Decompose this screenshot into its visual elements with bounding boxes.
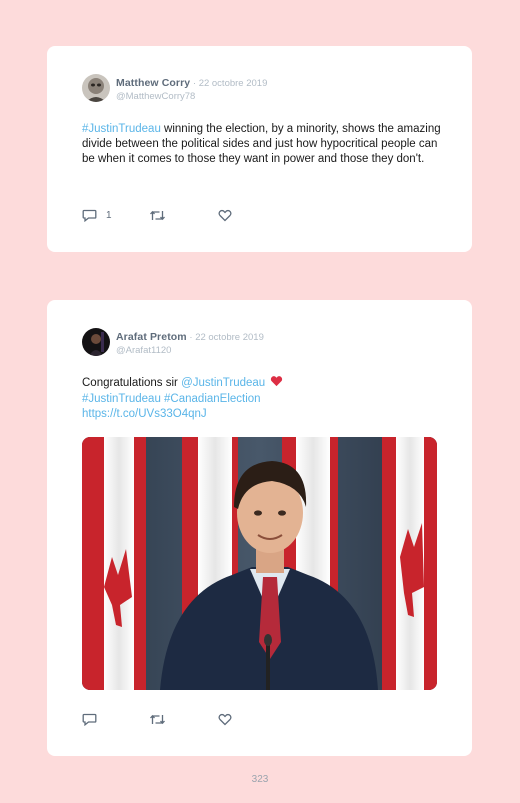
like-button[interactable] (218, 208, 232, 222)
tweet-url-link[interactable]: https://t.co/UVs33O4qnJ (82, 408, 207, 420)
avatar[interactable] (82, 328, 110, 356)
retweet-icon (149, 209, 166, 222)
tweet-card-2: Arafat Pretom · 22 octobre 2019 @Arafat1… (47, 300, 472, 756)
reply-count: 1 (106, 209, 112, 221)
like-icon (218, 713, 232, 726)
tweet-date[interactable]: 22 octobre 2019 (199, 78, 268, 89)
like-icon (218, 209, 232, 222)
reply-icon (82, 713, 97, 726)
like-button[interactable] (218, 712, 232, 726)
tweet-card-1: Matthew Corry · 22 octobre 2019 @Matthew… (47, 46, 472, 252)
author-handle[interactable]: @MatthewCorry78 (116, 91, 267, 103)
tweet-actions: 1 (82, 208, 282, 222)
tweet-date[interactable]: 22 octobre 2019 (195, 332, 264, 343)
hashtag-link[interactable]: #JustinTrudeau (82, 123, 161, 135)
author-name[interactable]: Arafat Pretom (116, 331, 187, 343)
mention-link[interactable]: @JustinTrudeau (181, 377, 265, 389)
tweet-text: #JustinTrudeau winning the election, by … (82, 122, 447, 167)
reply-icon (82, 209, 97, 222)
separator: · (190, 78, 199, 89)
reply-button[interactable]: 1 (82, 208, 112, 222)
retweet-icon (149, 713, 166, 726)
tweet-header: Arafat Pretom · 22 octobre 2019 @Arafat1… (116, 329, 264, 357)
heart-emoji (270, 375, 283, 392)
hashtag-links[interactable]: #JustinTrudeau #CanadianElection (82, 393, 261, 405)
separator: · (186, 332, 196, 343)
tweet-actions (82, 712, 282, 726)
tweet-photo[interactable] (82, 437, 437, 690)
author-name[interactable]: Matthew Corry (116, 77, 190, 89)
reply-button[interactable] (82, 712, 97, 726)
retweet-button[interactable] (149, 208, 166, 222)
page-number: 323 (251, 774, 269, 785)
tweet-text-plain: Congratulations sir (82, 377, 182, 389)
tweet-text: Congratulations sir @JustinTrudeau #Just… (82, 375, 447, 422)
author-handle[interactable]: @Arafat1120 (116, 345, 264, 357)
retweet-button[interactable] (149, 712, 166, 726)
avatar[interactable] (82, 74, 110, 102)
tweet-header: Matthew Corry · 22 octobre 2019 @Matthew… (116, 75, 267, 103)
